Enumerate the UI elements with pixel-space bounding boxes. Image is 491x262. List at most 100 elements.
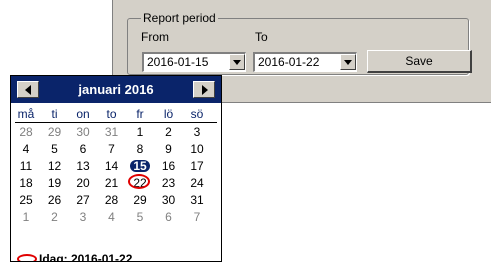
day-number: 13 <box>76 159 90 173</box>
weekday-label: ti <box>51 107 58 121</box>
from-dropdown-button[interactable] <box>229 54 245 70</box>
day-number: 10 <box>190 142 204 156</box>
today-ring-icon <box>17 254 37 261</box>
day-number: 23 <box>161 176 176 190</box>
day-number: 11 <box>19 159 33 173</box>
weekday-label: må <box>17 107 35 121</box>
day-number: 5 <box>136 210 144 224</box>
calendar-day[interactable]: 7 <box>186 209 208 225</box>
day-number: 21 <box>104 176 119 190</box>
calendar-day[interactable]: 26 <box>44 192 66 208</box>
calendar-day[interactable]: 3 <box>72 209 94 225</box>
day-number: 2 <box>165 125 172 139</box>
to-date-combo[interactable]: 2016-01-22 <box>253 52 357 72</box>
calendar-day[interactable]: 23 <box>158 175 180 191</box>
calendar-day[interactable]: 28 <box>101 192 123 208</box>
to-dropdown-button[interactable] <box>340 54 356 70</box>
day-number: 6 <box>79 142 87 156</box>
day-number: 5 <box>51 142 58 156</box>
calendar-day[interactable]: 10 <box>186 141 208 157</box>
month-title: januari 2016 <box>78 82 154 97</box>
calendar-day[interactable]: 16 <box>158 158 180 174</box>
day-number: 16 <box>161 159 176 173</box>
from-date-value: 2016-01-15 <box>147 55 209 69</box>
chevron-down-icon <box>233 60 241 65</box>
weekday-label: sö <box>190 107 204 121</box>
day-number: 31 <box>190 193 204 207</box>
day-number: 12 <box>47 159 62 173</box>
previous-month-button[interactable] <box>17 81 39 98</box>
calendar-day[interactable]: 12 <box>44 158 66 174</box>
calendar-day[interactable]: 31 <box>186 192 208 208</box>
calendar-day[interactable]: 1 <box>129 124 151 140</box>
save-button[interactable]: Save <box>367 50 472 73</box>
day-number: 2 <box>51 210 58 224</box>
calendar-day[interactable]: 6 <box>72 141 94 157</box>
weekday-header-row: må ti on to fr lö sö <box>15 107 217 123</box>
weekday-label: to <box>106 107 117 121</box>
calendar-day[interactable]: 5 <box>129 209 151 225</box>
day-number: 17 <box>190 159 204 173</box>
calendar-day[interactable]: 6 <box>158 209 180 225</box>
day-number: 3 <box>79 210 87 224</box>
calendar-day[interactable]: 15 <box>129 158 151 174</box>
day-number: 7 <box>108 142 115 156</box>
day-number: 18 <box>19 176 33 190</box>
day-number: 25 <box>19 193 33 207</box>
today-text: Idag: 2016-01-22 <box>39 252 133 262</box>
calendar-day[interactable]: 30 <box>72 124 94 140</box>
calendar-day[interactable]: 22 <box>128 174 151 191</box>
day-number: 8 <box>136 142 144 156</box>
from-date-combo[interactable]: 2016-01-15 <box>142 52 246 72</box>
day-number: 29 <box>47 125 62 139</box>
day-number: 26 <box>47 193 62 207</box>
calendar-day[interactable]: 4 <box>15 141 37 157</box>
calendar-day[interactable]: 13 <box>72 158 94 174</box>
day-number: 20 <box>76 176 90 190</box>
calendar-day[interactable]: 30 <box>158 192 180 208</box>
calendar-day[interactable]: 20 <box>72 175 94 191</box>
calendar-day[interactable]: 31 <box>101 124 123 140</box>
day-number: 6 <box>165 210 172 224</box>
calendar-day[interactable]: 29 <box>44 124 66 140</box>
day-number: 4 <box>108 210 115 224</box>
next-month-button[interactable] <box>193 81 215 98</box>
calendar-day[interactable]: 29 <box>129 192 151 208</box>
calendar-day[interactable]: 21 <box>101 175 123 191</box>
day-number: 19 <box>47 176 62 190</box>
calendar-day[interactable]: 2 <box>44 209 66 225</box>
today-ring-icon <box>128 174 150 189</box>
day-number: 31 <box>104 125 119 139</box>
from-label: From <box>141 30 169 44</box>
calendar-day[interactable]: 11 <box>15 158 37 174</box>
weekday-label: on <box>76 107 90 121</box>
calendar-day[interactable]: 25 <box>15 192 37 208</box>
calendar-day[interactable]: 9 <box>158 141 180 157</box>
calendar-day[interactable]: 2 <box>158 124 180 140</box>
day-number: 30 <box>76 125 90 139</box>
today-link[interactable]: Idag: 2016-01-22 <box>17 252 133 262</box>
day-number: 9 <box>165 142 172 156</box>
calendar-day[interactable]: 19 <box>44 175 66 191</box>
to-label: To <box>255 30 268 44</box>
day-number: 28 <box>104 193 119 207</box>
calendar-day[interactable]: 8 <box>129 141 151 157</box>
calendar-day[interactable]: 14 <box>101 158 123 174</box>
day-number: 1 <box>136 125 144 139</box>
calendar-day[interactable]: 17 <box>186 158 208 174</box>
calendar-day[interactable]: 5 <box>44 141 66 157</box>
calendar-day[interactable]: 27 <box>72 192 94 208</box>
day-number: 3 <box>193 125 201 139</box>
calendar-day[interactable]: 24 <box>186 175 208 191</box>
calendar-day[interactable]: 4 <box>101 209 123 225</box>
calendar-day[interactable]: 28 <box>15 124 37 140</box>
weekday-label: fr <box>136 107 144 121</box>
calendar-day[interactable]: 3 <box>186 124 208 140</box>
calendar-day[interactable]: 1 <box>15 209 37 225</box>
calendar-day[interactable]: 7 <box>101 141 123 157</box>
day-number: 7 <box>193 210 201 224</box>
to-date-value: 2016-01-22 <box>258 55 320 69</box>
group-title: Report period <box>141 11 218 25</box>
day-number: 30 <box>161 193 176 207</box>
calendar-day[interactable]: 18 <box>15 175 37 191</box>
